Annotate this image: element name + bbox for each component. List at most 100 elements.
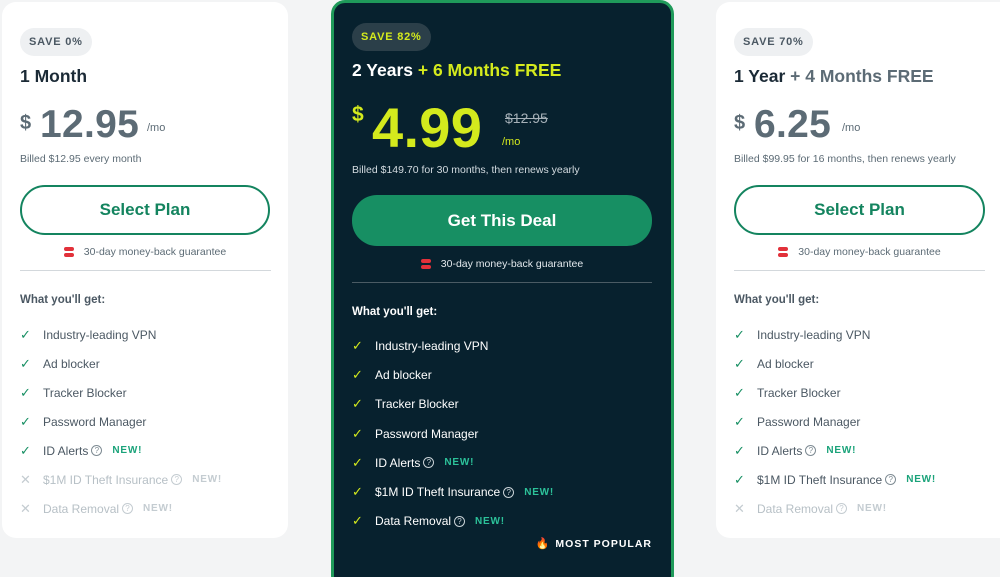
check-icon: ✓: [20, 442, 31, 458]
guarantee-icon: [63, 247, 74, 257]
feature-label: $1M ID Theft Insurance: [43, 472, 169, 487]
feature-item: ✓ Industry-leading VPN: [20, 320, 270, 349]
flame-icon: 🔥: [535, 538, 551, 550]
feature-label: Data Removal: [43, 501, 120, 516]
feature-item: ✓ ID Alerts? NEW!: [734, 436, 982, 465]
feature-label: $1M ID Theft Insurance: [375, 485, 501, 500]
help-icon[interactable]: ?: [503, 486, 515, 498]
price-period: /mo: [842, 122, 861, 134]
check-icon: ✓: [352, 513, 363, 529]
currency-symbol: $: [352, 103, 364, 126]
feature-item: ✓ Ad blocker: [734, 349, 982, 378]
select-plan-button[interactable]: Select Plan: [20, 185, 270, 235]
price-amount: 4.99: [372, 96, 483, 159]
price-row: $ 6.25 /mo: [734, 100, 982, 160]
money-back-guarantee: 30-day money-back guarantee: [20, 246, 270, 258]
plan-title-main: 1 Year: [734, 66, 786, 86]
select-plan-button[interactable]: Select Plan: [734, 185, 985, 235]
check-icon: ✓: [734, 384, 745, 400]
billing-note: Billed $149.70 for 30 months, then renew…: [352, 164, 580, 176]
new-tag: NEW!: [192, 474, 223, 485]
check-icon: ✓: [734, 413, 745, 429]
plan-title-main: 2 Years: [352, 60, 413, 80]
new-tag: NEW!: [826, 445, 857, 456]
features-heading: What you'll get:: [20, 294, 106, 306]
feature-label: $1M ID Theft Insurance: [757, 472, 883, 487]
get-this-deal-button[interactable]: Get This Deal: [352, 195, 652, 246]
billing-note: Billed $12.95 every month: [20, 153, 142, 165]
guarantee-text: 30-day money-back guarantee: [798, 246, 941, 258]
new-tag: NEW!: [857, 503, 887, 514]
plan-card-2-years: SAVE 82% 2 Years + 6 Months FREE $ 4.99 …: [331, 0, 674, 577]
feature-item: ✓ Password Manager: [20, 407, 270, 436]
money-back-guarantee: 30-day money-back guarantee: [734, 246, 985, 258]
price-amount: 12.95: [40, 103, 140, 146]
new-tag: NEW!: [444, 457, 475, 469]
plan-card-1-month: SAVE 0% 1 Month $ 12.95 /mo Billed $12.9…: [2, 2, 288, 538]
help-icon[interactable]: ?: [423, 457, 435, 469]
help-icon[interactable]: ?: [171, 474, 183, 485]
feature-label: Data Removal: [757, 501, 834, 516]
feature-item: ✓ ID Alerts? NEW!: [352, 448, 652, 477]
feature-label: Data Removal: [375, 514, 452, 529]
help-icon[interactable]: ?: [805, 445, 817, 456]
feature-item: ✓ $1M ID Theft Insurance? NEW!: [734, 465, 982, 494]
check-icon: ✓: [734, 442, 745, 458]
feature-item: ✕ Data Removal? NEW!: [20, 494, 270, 523]
feature-item: ✓ Password Manager: [352, 419, 652, 448]
new-tag: NEW!: [475, 515, 505, 527]
feature-list: ✓ Industry-leading VPN ✓ Ad blocker ✓ Tracker…: [734, 320, 982, 523]
feature-item: ✓ Tracker Blocker: [20, 378, 270, 407]
plan-title: 1 Month: [20, 66, 87, 87]
plan-title-main: 1 Month: [20, 66, 88, 86]
feature-label: ID Alerts: [43, 443, 89, 458]
most-popular-text: MOST POPULAR: [555, 537, 652, 550]
plan-title-bonus: + 6 Months FREE: [417, 60, 562, 80]
check-icon: ✓: [352, 484, 363, 500]
most-popular-label: 🔥 MOST POPULAR: [535, 537, 652, 551]
check-icon: ✓: [734, 355, 745, 371]
cross-icon: ✕: [734, 500, 745, 516]
check-icon: ✓: [352, 454, 363, 470]
feature-item: ✕ Data Removal? NEW!: [734, 494, 982, 523]
feature-label: Industry-leading VPN: [375, 338, 489, 353]
help-icon[interactable]: ?: [836, 503, 848, 514]
feature-item: ✓ Ad blocker: [20, 349, 270, 378]
cross-icon: ✕: [20, 471, 31, 487]
plan-title-bonus: + 4 Months FREE: [790, 66, 934, 86]
feature-item: ✓ Password Manager: [734, 407, 982, 436]
feature-label: ID Alerts: [375, 455, 421, 470]
feature-label: Industry-leading VPN: [43, 327, 157, 342]
feature-list: ✓ Industry-leading VPN ✓ Ad blocker ✓ Tracker…: [352, 331, 652, 536]
feature-item: ✓ $1M ID Theft Insurance? NEW!: [352, 477, 652, 506]
feature-label: Ad blocker: [43, 356, 100, 371]
feature-label: Password Manager: [43, 414, 147, 429]
help-icon[interactable]: ?: [454, 515, 466, 527]
feature-item: ✓ Data Removal? NEW!: [352, 507, 652, 536]
check-icon: ✓: [20, 413, 31, 429]
plan-card-1-year: SAVE 70% 1 Year + 4 Months FREE $ 6.25 /…: [716, 2, 1000, 538]
plan-title: 1 Year + 4 Months FREE: [734, 66, 934, 87]
help-icon[interactable]: ?: [91, 445, 103, 456]
new-tag: NEW!: [112, 445, 143, 456]
money-back-guarantee: 30-day money-back guarantee: [352, 258, 652, 270]
check-icon: ✓: [352, 396, 363, 412]
price-row: $ 12.95 /mo: [20, 100, 270, 160]
check-icon: ✓: [352, 337, 363, 353]
plan-title: 2 Years + 6 Months FREE: [352, 60, 561, 81]
feature-label: Industry-leading VPN: [757, 327, 871, 342]
help-icon[interactable]: ?: [122, 503, 134, 514]
price-row: $ 4.99 $12.95 /mo: [352, 95, 652, 161]
guarantee-icon: [420, 259, 431, 269]
save-badge: SAVE 0%: [20, 28, 92, 56]
feature-label: Tracker Blocker: [43, 385, 127, 400]
feature-label: Tracker Blocker: [757, 385, 841, 400]
feature-label: Password Manager: [757, 414, 861, 429]
check-icon: ✓: [352, 366, 363, 382]
check-icon: ✓: [352, 425, 363, 441]
check-icon: ✓: [20, 326, 31, 342]
help-icon[interactable]: ?: [885, 474, 897, 485]
feature-label: ID Alerts: [757, 443, 803, 458]
save-badge: SAVE 70%: [734, 28, 813, 56]
price-amount: 6.25: [754, 103, 832, 146]
